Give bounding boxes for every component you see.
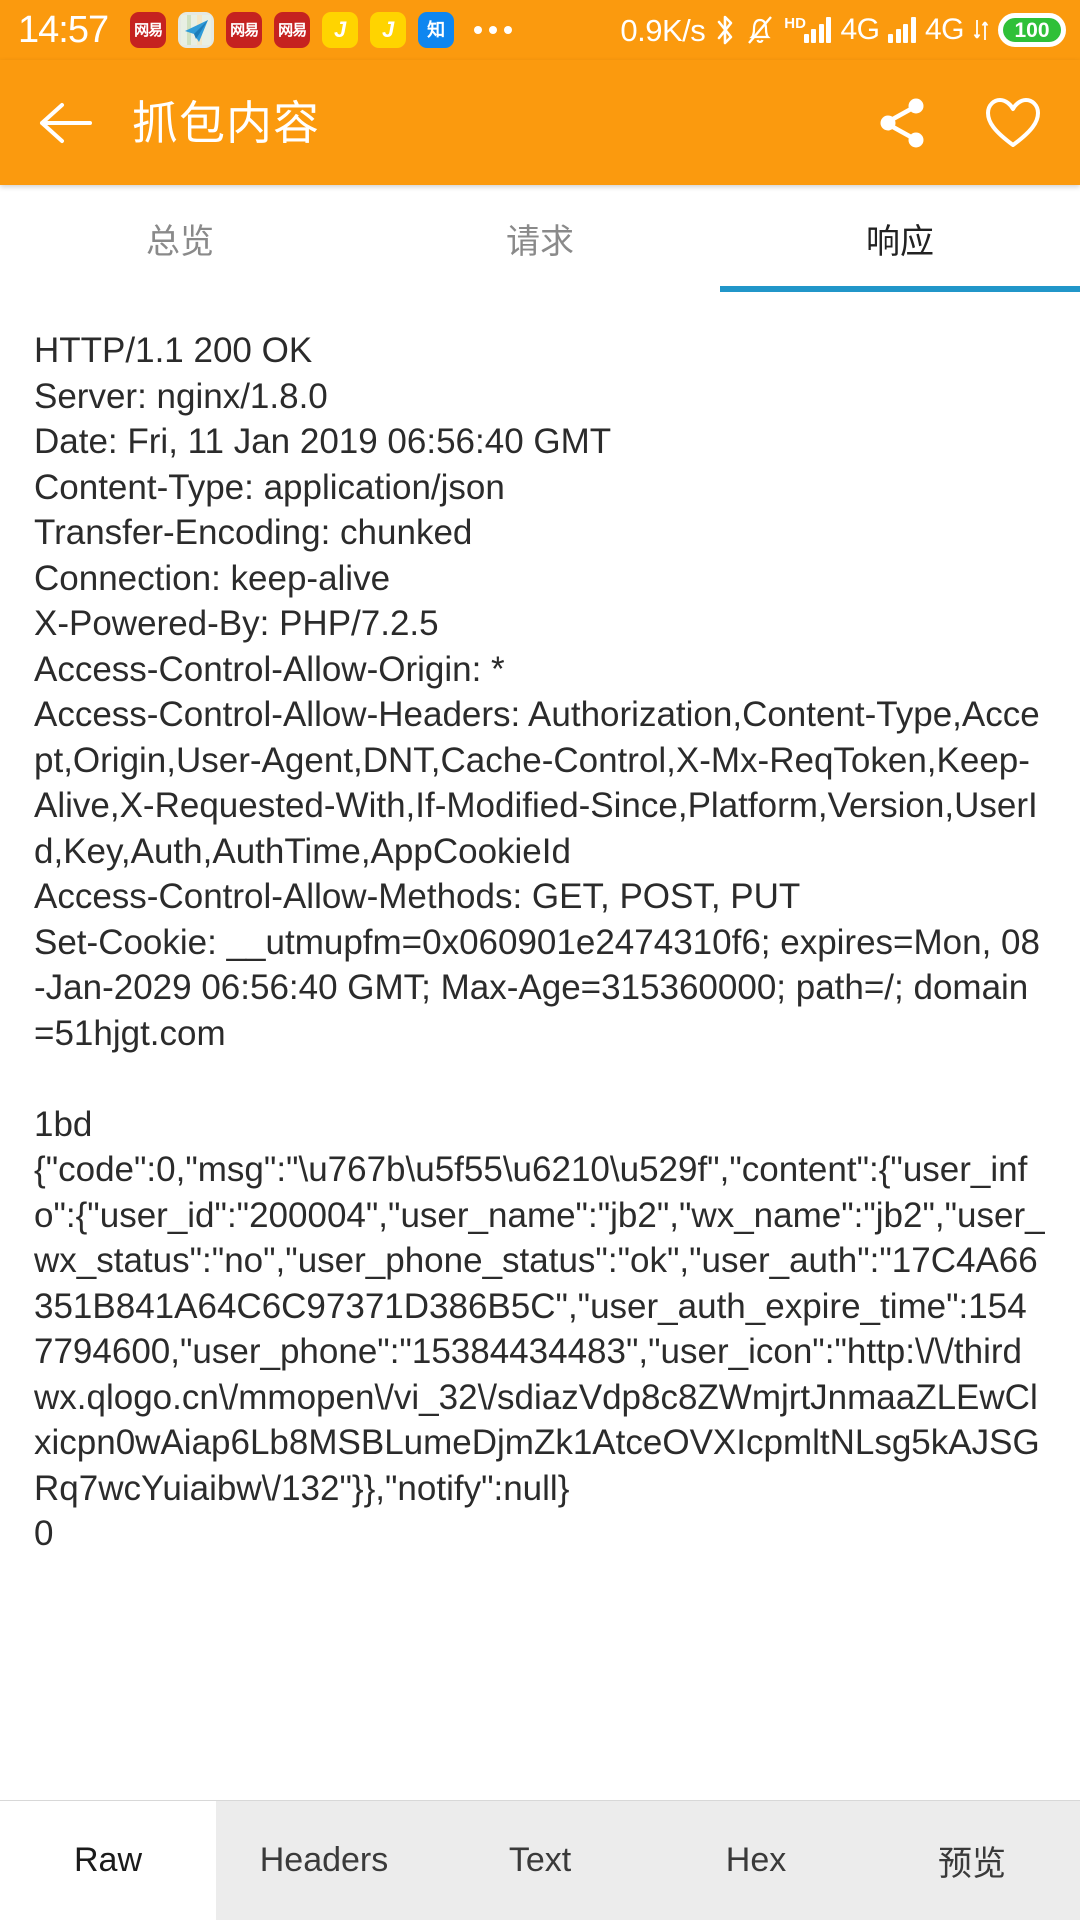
battery-level: 100 [1014, 18, 1050, 42]
bluetooth-icon [714, 13, 736, 47]
notification-icons: 网易 网易 网易 J J 知 [130, 12, 455, 48]
netease-news-icon: 网易 [274, 12, 311, 48]
network-speed: 0.9K/s [620, 12, 706, 48]
hd-label: HD [784, 15, 806, 32]
zhihu-icon: 知 [418, 12, 455, 48]
tab-request[interactable]: 请求 [360, 185, 720, 292]
share-icon[interactable] [866, 86, 940, 160]
network-type-1: 4G [840, 13, 880, 46]
bottom-tab-headers[interactable]: Headers [216, 1801, 432, 1920]
signal-icon-2 [888, 17, 916, 43]
page-title: 抓包内容 [132, 96, 320, 149]
heart-icon[interactable] [976, 86, 1050, 160]
netease-news-icon: 网易 [130, 12, 167, 48]
tab-overview[interactable]: 总览 [0, 185, 360, 292]
app-header: 抓包内容 [0, 60, 1080, 185]
bottom-tab-text[interactable]: Text [432, 1801, 648, 1920]
network-type-2: 4G [924, 13, 965, 46]
jd-icon: J [370, 12, 407, 48]
jd-icon: J [322, 12, 359, 48]
battery-indicator: 100 [998, 13, 1066, 47]
header-actions [866, 86, 1050, 160]
more-dots-icon [474, 26, 513, 34]
response-body-text: HTTP/1.1 200 OK Server: nginx/1.8.0 Date… [34, 331, 1045, 1553]
back-arrow-icon[interactable] [30, 87, 102, 159]
signal-icon-1: HD [784, 15, 832, 43]
bell-muted-icon [745, 13, 775, 47]
bottom-tab-hex[interactable]: Hex [648, 1801, 864, 1920]
netease-news-icon: 网易 [226, 12, 263, 48]
response-content-area[interactable]: HTTP/1.1 200 OK Server: nginx/1.8.0 Date… [0, 292, 1080, 1800]
status-clock: 14:57 [18, 9, 109, 51]
status-bar: 14:57 网易 网易 网易 J J 知 0.9K/s HD 4G 4G 100 [0, 0, 1080, 60]
bottom-tab-raw[interactable]: Raw [0, 1801, 216, 1920]
telegram-icon [178, 12, 215, 48]
detail-tab-bar: 总览 请求 响应 [0, 185, 1080, 292]
view-mode-bar: Raw Headers Text Hex 预览 [0, 1800, 1080, 1920]
bottom-tab-preview[interactable]: 预览 [864, 1801, 1080, 1920]
status-bar-right: 0.9K/s HD 4G 4G 100 [620, 13, 1066, 47]
data-updown-icon [973, 17, 989, 43]
tab-response[interactable]: 响应 [720, 185, 1080, 292]
